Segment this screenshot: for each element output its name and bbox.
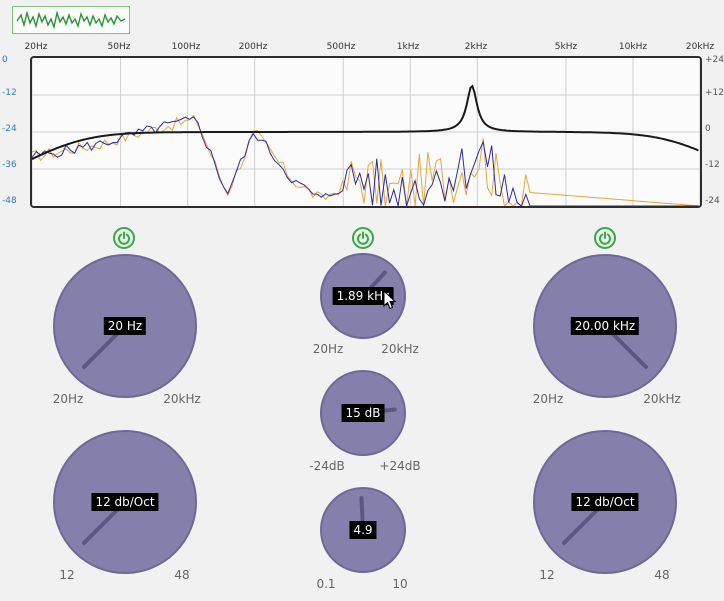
mid-q-min-label: 0.1 [316,577,336,591]
spectrum-graph[interactable] [30,56,702,208]
high-freq-knob[interactable]: 20.00 kHz [533,254,677,398]
mid-freq-min-label: 20Hz [312,342,344,356]
waveform-logo [12,6,130,34]
low-slope-value: 12 db/Oct [91,493,159,511]
spectrum-trace-blue [32,116,700,206]
frequency-tick-label: 50Hz [107,42,131,52]
eq-curve [32,84,699,161]
low-freq-value: 20 Hz [103,317,147,335]
low-band-power-button[interactable] [113,227,135,249]
mouse-cursor-icon [383,290,397,310]
high-slope-min-label: 12 [539,568,555,582]
mid-q-knob[interactable]: 4.9 [320,487,406,573]
high-slope-knob[interactable]: 12 db/Oct [533,430,677,574]
mid-band-power-button[interactable] [352,227,374,249]
db-left-tick-label: 0 [2,55,8,65]
db-left-tick-label: -48 [2,196,17,206]
frequency-tick-label: 2kHz [464,42,488,52]
power-icon [357,231,369,245]
db-left-tick-label: -24 [2,124,17,134]
db-right-tick-label: -24 [705,196,720,206]
mid-q-max-label: 10 [392,577,408,591]
db-right-tick-label: -12 [705,160,720,170]
high-freq-min-label: 20Hz [532,392,564,406]
mid-gain-min-label: -24dB [309,459,345,473]
spectrum-trace-orange [32,114,700,206]
low-slope-max-label: 48 [174,568,190,582]
db-right-tick-label: +24 [705,55,724,65]
high-freq-value: 20.00 kHz [570,317,640,335]
power-icon [118,231,130,245]
low-freq-knob[interactable]: 20 Hz [53,254,197,398]
frequency-tick-label: 1kHz [396,42,420,52]
mid-q-value: 4.9 [349,521,377,539]
db-left-tick-label: -36 [2,160,17,170]
low-slope-knob[interactable]: 12 db/Oct [53,430,197,574]
high-freq-max-label: 20kHz [643,392,681,406]
power-icon [599,231,611,245]
mid-freq-max-label: 20kHz [381,342,419,356]
frequency-tick-label: 20kHz [685,42,715,52]
frequency-tick-label: 200Hz [238,42,268,52]
high-slope-max-label: 48 [654,568,670,582]
frequency-tick-label: 20Hz [24,42,48,52]
db-right-tick-label: 0 [705,124,711,134]
db-right-tick-label: +12 [705,88,724,98]
high-slope-value: 12 db/Oct [571,493,639,511]
mid-gain-knob[interactable]: 15 dB [320,370,406,456]
low-freq-min-label: 20Hz [52,392,84,406]
high-band-power-button[interactable] [594,227,616,249]
mid-gain-value: 15 dB [341,404,385,422]
low-slope-min-label: 12 [59,568,75,582]
db-left-tick-label: -12 [2,88,17,98]
mid-gain-max-label: +24dB [379,459,421,473]
frequency-tick-label: 100Hz [171,42,201,52]
frequency-tick-label: 10kHz [618,42,648,52]
low-freq-max-label: 20kHz [163,392,201,406]
frequency-tick-label: 500Hz [326,42,356,52]
frequency-tick-label: 5kHz [554,42,578,52]
